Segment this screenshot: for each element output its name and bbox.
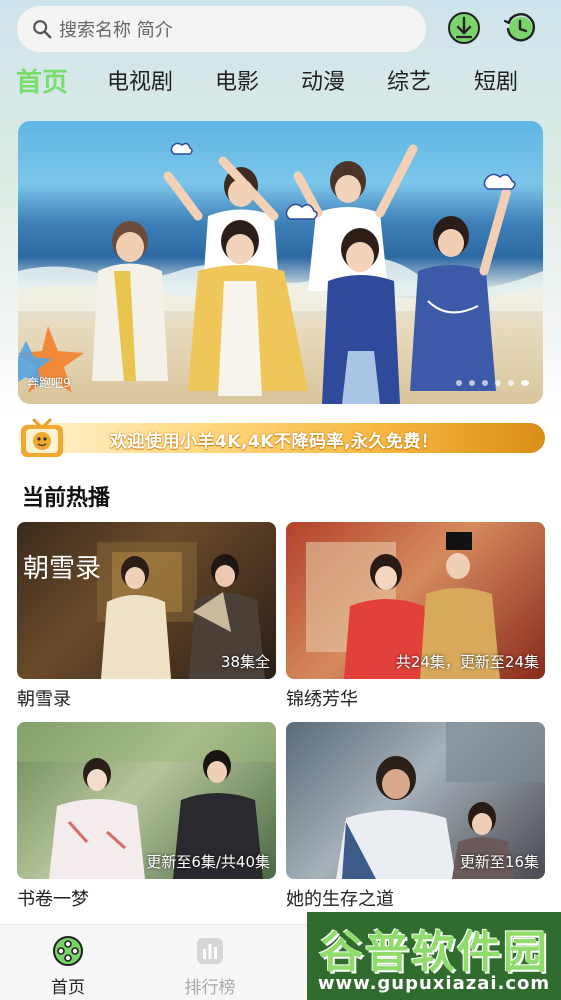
tab-movies[interactable]: 电影	[215, 64, 259, 96]
announcement-bar: 欢迎使用小羊4K,4K不降码率,永久免费！	[18, 423, 545, 453]
tab-variety[interactable]: 综艺	[387, 64, 431, 96]
poster-image: 更新至6集/共40集	[17, 722, 276, 879]
carousel-dot-active	[521, 380, 529, 386]
nav-item-ranking[interactable]: 排行榜	[170, 925, 250, 1000]
ranking-chart-icon	[197, 938, 223, 964]
search-placeholder: 搜索名称 简介	[59, 20, 173, 41]
poster-image: 更新至16集	[286, 722, 545, 879]
film-reel-icon	[53, 936, 83, 966]
poster-image: 共24集，更新至24集	[286, 522, 545, 679]
tab-tv-series[interactable]: 电视剧	[107, 64, 173, 96]
carousel-dot	[495, 380, 501, 386]
search-icon	[33, 20, 52, 39]
tab-home[interactable]: 首页	[16, 62, 68, 99]
category-tabs: 首页 电视剧 电影 动漫 综艺 短剧	[0, 64, 561, 104]
nav-label: 首页	[51, 978, 85, 998]
section-title: 当前热播	[22, 486, 111, 511]
banner-caption: 奔跑吧9	[27, 376, 71, 390]
site-watermark: 谷普软件园 www.gupuxiazai.com	[307, 912, 561, 1000]
carousel-dots	[456, 380, 529, 386]
tab-short-drama[interactable]: 短剧	[474, 64, 518, 96]
tv-mascot-icon	[21, 418, 63, 457]
download-icon[interactable]	[446, 10, 482, 46]
card-title: 朝雪录	[17, 689, 71, 710]
episode-badge: 更新至6集/共40集	[146, 853, 270, 871]
poster-image: 朝雪录 38集全	[17, 522, 276, 679]
episode-badge: 共24集，更新至24集	[395, 653, 539, 671]
card-title: 她的生存之道	[286, 889, 394, 910]
announcement-text: 欢迎使用小羊4K,4K不降码率,永久免费！	[110, 432, 439, 452]
carousel-dot	[508, 380, 514, 386]
card-title: 书卷一梦	[17, 889, 89, 910]
watermark-url: www.gupuxiazai.com	[317, 973, 551, 994]
episode-badge: 38集全	[220, 653, 270, 671]
hero-banner[interactable]: 奔跑吧9	[18, 121, 543, 404]
carousel-dot	[469, 380, 475, 386]
tab-anime[interactable]: 动漫	[301, 64, 345, 96]
episode-badge: 更新至16集	[459, 853, 539, 871]
card-title: 锦绣芳华	[286, 689, 358, 710]
carousel-dot	[482, 380, 488, 386]
nav-label: 排行榜	[184, 978, 236, 998]
watermark-title: 谷普软件园	[319, 927, 549, 978]
history-clock-icon[interactable]	[502, 10, 538, 46]
banner-image	[18, 142, 543, 404]
nav-item-home[interactable]: 首页	[28, 925, 108, 1000]
carousel-dot	[456, 380, 462, 386]
poster-title-calligraphy: 朝雪录	[23, 554, 102, 584]
search-bar[interactable]: 搜索名称 简介	[17, 6, 426, 52]
